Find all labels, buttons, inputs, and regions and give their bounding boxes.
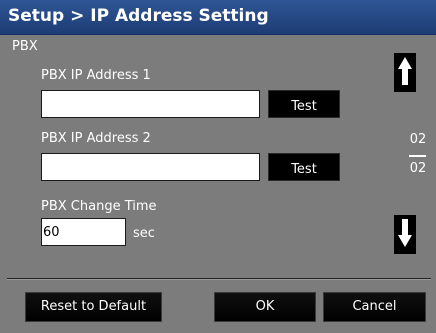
ok-button[interactable]: OK	[214, 292, 316, 322]
test-ip-2-button[interactable]: Test	[268, 153, 340, 181]
change-time-unit: sec	[133, 226, 155, 241]
arrow-down-icon	[397, 218, 413, 252]
test-ip-1-button[interactable]: Test	[268, 90, 340, 118]
pbx-ip-1-input[interactable]	[41, 90, 260, 118]
page-up-button[interactable]	[394, 53, 416, 92]
pbx-ip-1-label: PBX IP Address 1	[41, 68, 151, 83]
cancel-button[interactable]: Cancel	[323, 292, 426, 322]
pager-divider	[409, 155, 426, 157]
reset-to-default-button[interactable]: Reset to Default	[25, 292, 162, 322]
arrow-up-icon	[397, 56, 413, 90]
section-label-pbx: PBX	[12, 39, 38, 54]
change-time-input[interactable]: 60	[41, 218, 126, 246]
page-down-button[interactable]	[394, 215, 416, 254]
window-title: Setup > IP Address Setting	[8, 6, 269, 26]
change-time-label: PBX Change Time	[41, 199, 157, 214]
page-total: 02	[409, 161, 427, 176]
pbx-ip-2-input[interactable]	[41, 153, 260, 181]
title-bar: Setup > IP Address Setting	[0, 0, 436, 35]
pbx-ip-2-label: PBX IP Address 2	[41, 131, 151, 146]
page-current: 02	[409, 132, 427, 147]
